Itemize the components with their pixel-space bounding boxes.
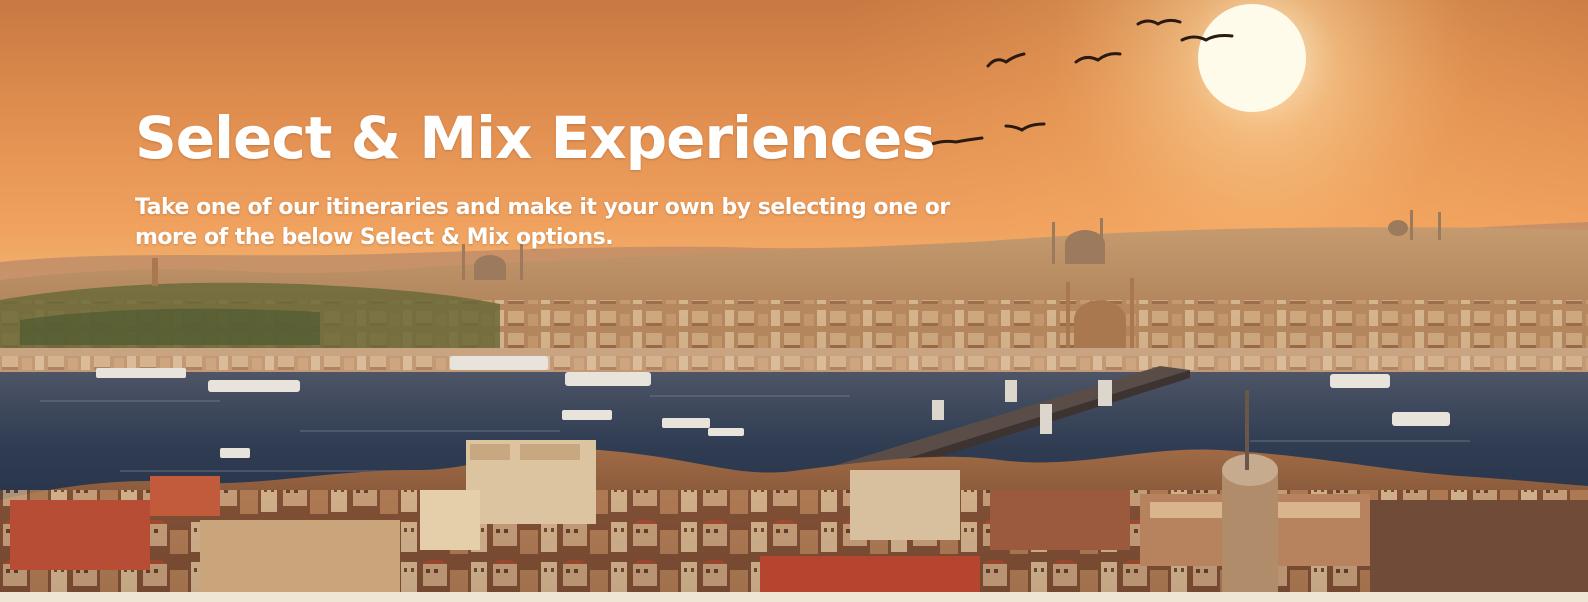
hero-subtitle: Take one of our itineraries and make it … xyxy=(135,195,950,250)
hero-banner: Select & Mix Experiences Take one of our… xyxy=(0,0,1588,592)
hero-title: Select & Mix Experiences xyxy=(135,104,936,172)
istanbul-sunset-photo xyxy=(0,0,1588,592)
footer-strip xyxy=(0,592,1588,602)
